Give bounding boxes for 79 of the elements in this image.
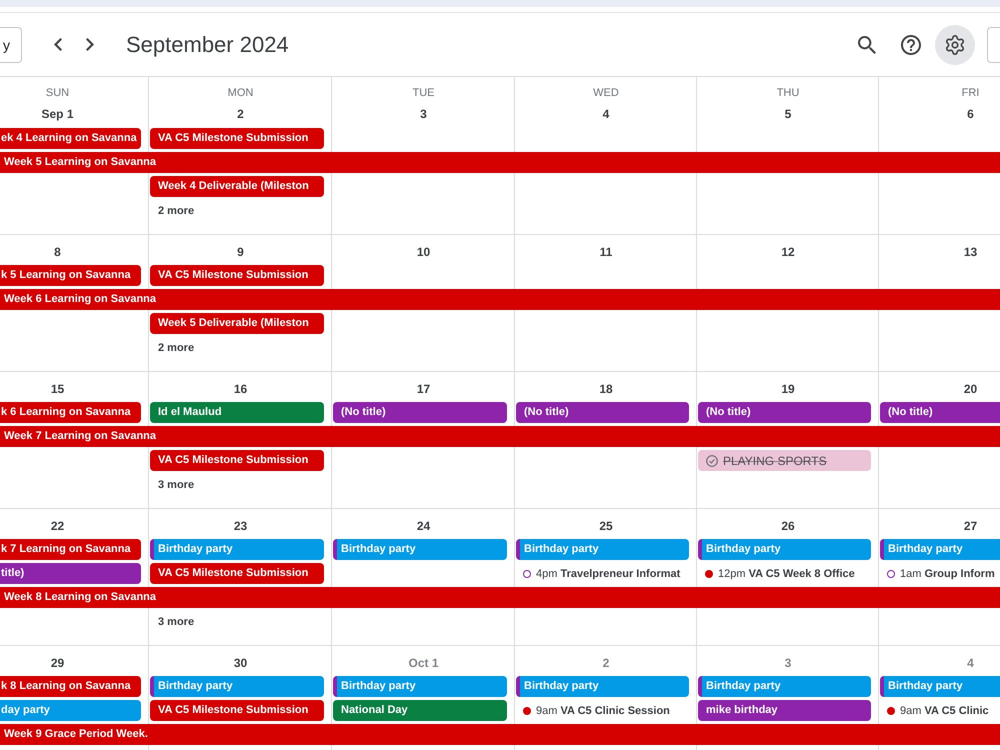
day-number[interactable]: 17	[416, 380, 430, 396]
event-chip[interactable]: mike birthday	[698, 700, 871, 721]
event-chip[interactable]: VA C5 Milestone Submission	[150, 128, 324, 149]
day-number[interactable]: 8	[54, 244, 61, 260]
day-number[interactable]: 15	[50, 380, 64, 396]
day-number[interactable]: 4	[967, 654, 974, 670]
check-circle-icon	[706, 454, 718, 466]
day-number[interactable]: 26	[781, 518, 795, 534]
day-number[interactable]: 16	[234, 380, 248, 396]
chevron-left-icon	[54, 38, 62, 51]
weekday-label: WED	[593, 86, 619, 100]
event-chip[interactable]: ek 4 Learning on Savanna	[0, 128, 141, 149]
event-chip[interactable]: VA C5 Milestone Submission	[150, 563, 324, 584]
day-number[interactable]: 3	[784, 654, 792, 670]
weekday-label: MON	[228, 86, 254, 100]
event-chip[interactable]: (No title)	[333, 402, 507, 423]
day-number[interactable]: 5	[784, 106, 792, 122]
day-number[interactable]: Oct 1	[408, 654, 438, 670]
timed-event[interactable]: 4pm Travelpreneur Informat	[516, 563, 689, 584]
timed-event[interactable]: 12pm VA C5 Week 8 Office	[698, 563, 871, 584]
event-chip[interactable]: (No title)	[880, 402, 1000, 423]
timed-event[interactable]: 1am Group Inform	[880, 563, 1000, 584]
event-chip[interactable]: Week 5 Deliverable (Mileston	[150, 313, 324, 334]
chevron-right-icon	[86, 38, 94, 51]
day-number[interactable]: 20	[964, 380, 978, 396]
day-number[interactable]: 19	[781, 380, 795, 396]
event-bar[interactable]: Week 6 Learning on Savanna	[0, 289, 1000, 310]
weekday-label: TUE	[412, 86, 434, 100]
day-number[interactable]: 2	[237, 106, 244, 122]
event-chip[interactable]: k 8 Learning on Savanna	[0, 676, 141, 697]
day-number[interactable]: Sep 1	[41, 106, 74, 122]
day-number[interactable]: 25	[599, 518, 613, 534]
event-chip[interactable]: VA C5 Milestone Submission	[150, 700, 324, 721]
weekday-label: FRI	[962, 86, 980, 100]
day-number[interactable]: 3	[420, 106, 427, 122]
event-chip[interactable]: VA C5 Milestone Submission	[150, 450, 324, 471]
day-number[interactable]: 13	[964, 244, 978, 260]
event-chip[interactable]: k 5 Learning on Savanna	[0, 265, 141, 286]
day-number[interactable]: 11	[600, 244, 612, 260]
day-number[interactable]: 6	[967, 106, 974, 122]
weekday-label: THU	[776, 86, 800, 100]
day-number[interactable]: 9	[237, 244, 244, 260]
event-bar[interactable]: Week 8 Learning on Savanna	[0, 587, 1000, 608]
day-number[interactable]: 24	[416, 518, 430, 534]
day-number[interactable]: 23	[234, 518, 248, 534]
event-bar[interactable]: Week 7 Learning on Savanna	[0, 426, 1000, 447]
weekday-label: SUN	[46, 86, 70, 100]
more-link[interactable]: 2 more	[150, 200, 202, 221]
partial-button[interactable]: y	[0, 26, 22, 62]
day-number[interactable]: 22	[50, 518, 64, 534]
event-chip[interactable]: k 7 Learning on Savanna	[0, 539, 141, 560]
day-number[interactable]: 18	[599, 380, 613, 396]
event-chip[interactable]: Id el Maulud	[150, 402, 324, 423]
event-chip[interactable]: Week 4 Deliverable (Mileston	[150, 176, 324, 197]
event-chip[interactable]: VA C5 Milestone Submission	[150, 265, 324, 286]
timed-event[interactable]: 9am VA C5 Clinic Session	[516, 700, 689, 721]
event-chip[interactable]: (No title)	[516, 402, 689, 423]
event-bar[interactable]: Week 9 Grace Period Week.	[0, 724, 1000, 745]
timed-event[interactable]: 9am VA C5 Clinic	[880, 700, 1000, 721]
help-icon	[901, 34, 921, 54]
event-chip[interactable]: (No title)	[698, 402, 871, 423]
more-link[interactable]: 3 more	[150, 611, 202, 632]
more-link[interactable]: 2 more	[150, 337, 202, 358]
day-number[interactable]: 10	[416, 244, 430, 260]
more-link[interactable]: 3 more	[150, 474, 202, 495]
event-chip[interactable]: National Day	[333, 700, 507, 721]
day-number[interactable]: 27	[964, 518, 978, 534]
day-number[interactable]: 12	[781, 244, 795, 260]
search-icon	[858, 36, 876, 54]
day-number[interactable]: 4	[602, 106, 610, 122]
settings-icon	[944, 34, 966, 56]
day-number[interactable]: 29	[50, 654, 64, 670]
month-title: September 2024	[126, 30, 289, 58]
settings-button[interactable]	[935, 24, 975, 64]
event-bar[interactable]: Week 5 Learning on Savanna	[0, 152, 1000, 173]
day-number[interactable]: 2	[602, 654, 610, 670]
day-number[interactable]: 30	[234, 654, 248, 670]
event-chip[interactable]: k 6 Learning on Savanna	[0, 402, 141, 423]
event-chip[interactable]: title)	[0, 563, 141, 584]
